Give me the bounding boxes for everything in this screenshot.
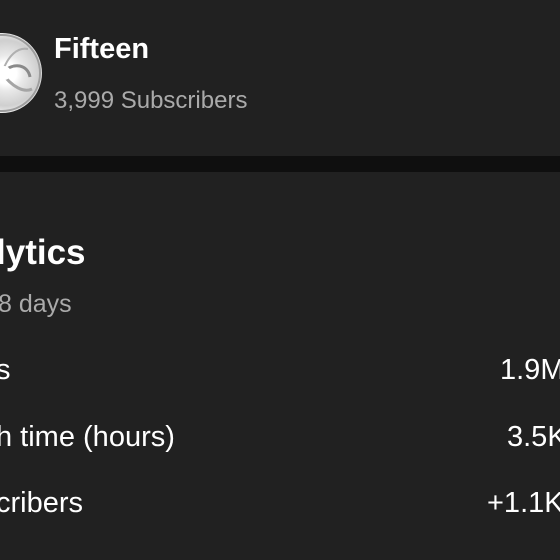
- analytics-period: 8 days: [0, 290, 72, 318]
- channel-analytics-card[interactable]: lytics 8 days s 1.9M h time (hours) 3.5K…: [0, 172, 560, 560]
- metric-label: h time (hours): [0, 421, 175, 453]
- channel-name[interactable]: Fifteen: [54, 33, 149, 66]
- subscriber-count: 3,999 Subscribers: [54, 87, 248, 114]
- metric-value: 3.5K: [507, 421, 560, 453]
- metric-row-subscribers: cribers +1.1K: [0, 487, 560, 527]
- metric-label: s: [0, 354, 11, 386]
- channel-avatar[interactable]: [0, 33, 42, 113]
- metric-row-views: s 1.9M: [0, 354, 560, 394]
- metric-value: +1.1K: [487, 487, 560, 519]
- metric-label: cribers: [0, 487, 84, 519]
- section-divider: [0, 156, 560, 172]
- analytics-title: lytics: [0, 233, 86, 272]
- metric-row-watch-time: h time (hours) 3.5K: [0, 421, 560, 461]
- channel-header[interactable]: Fifteen 3,999 Subscribers: [0, 0, 560, 156]
- metric-value: 1.9M: [500, 354, 560, 386]
- channel-analytics-screen: Fifteen 3,999 Subscribers lytics 8 days …: [0, 0, 560, 560]
- avatar-swirl-icon: [0, 34, 41, 112]
